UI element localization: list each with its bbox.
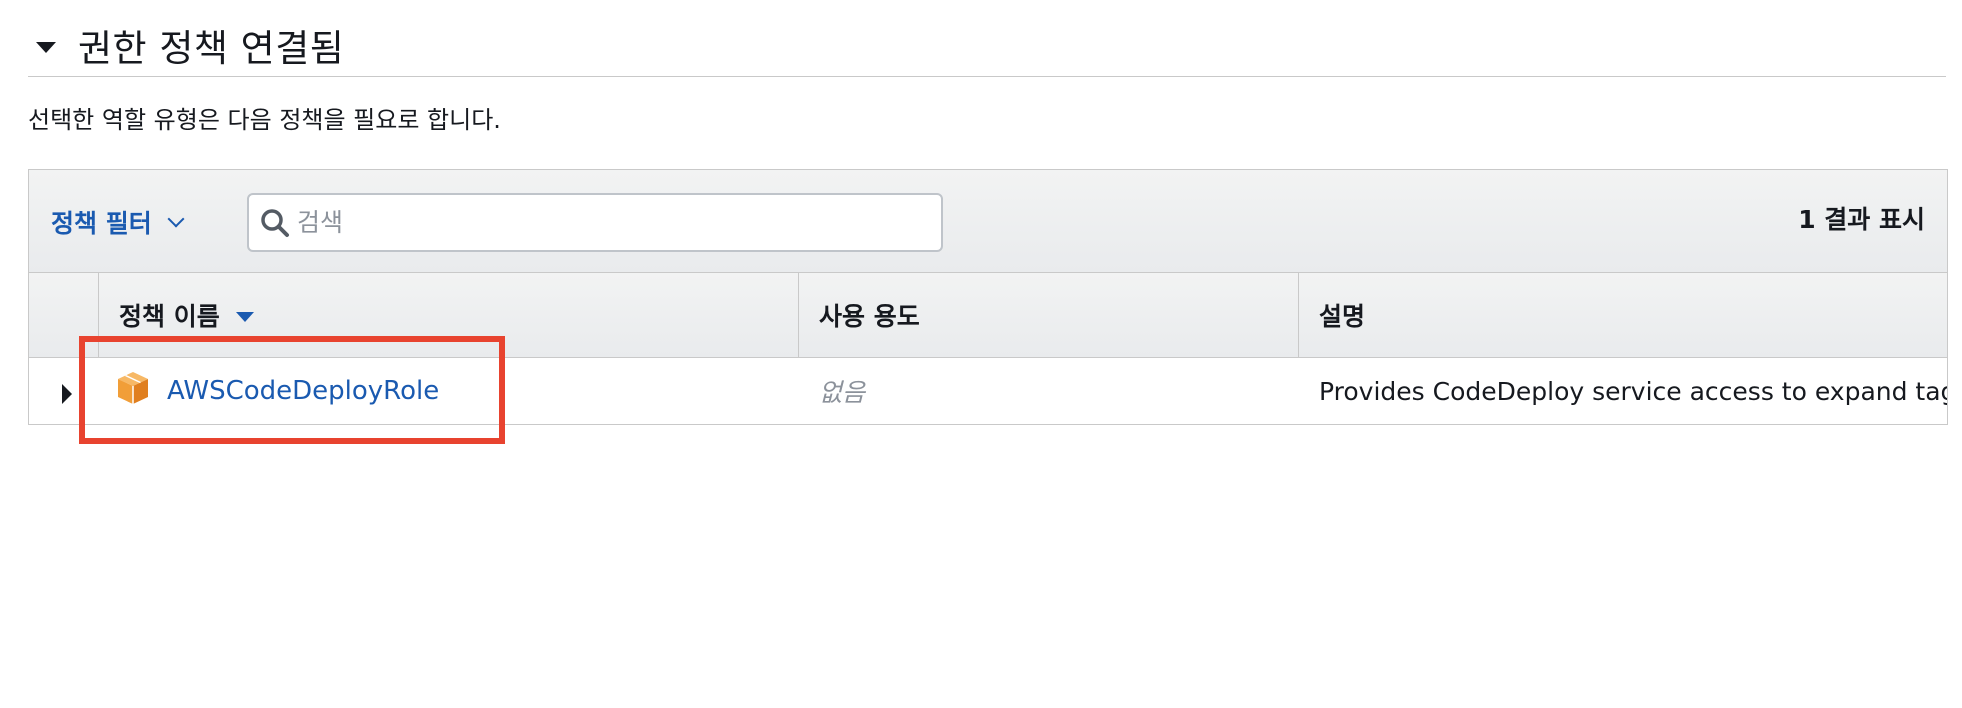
search-input[interactable] xyxy=(295,207,919,238)
sort-desc-icon[interactable] xyxy=(235,312,254,322)
table-toolbar: 정책 필터 1 결과 표시 xyxy=(29,170,1947,273)
table-row: AWSCodeDeployRole 없음 Provides CodeDeploy… xyxy=(29,358,1947,425)
policy-filter-button[interactable]: 정책 필터 xyxy=(51,204,185,240)
caret-right-icon[interactable] xyxy=(62,384,72,404)
section-description: 선택한 역할 유형은 다음 정책을 필요로 합니다. xyxy=(28,106,501,134)
policy-table: 정책 필터 1 결과 표시 정책 이름 사용 용도 설명 xyxy=(28,169,1948,425)
policy-usage: 없음 xyxy=(819,378,866,407)
result-count: 1 결과 표시 xyxy=(1798,205,1925,234)
search-icon xyxy=(261,208,289,237)
chevron-down-icon xyxy=(167,210,185,228)
policy-filter-label: 정책 필터 xyxy=(51,209,152,238)
policy-description: Provides CodeDeploy service access to ex… xyxy=(1319,376,1947,406)
search-box[interactable] xyxy=(247,193,943,252)
header-usage[interactable]: 사용 용도 xyxy=(799,273,1299,357)
caret-down-icon[interactable] xyxy=(36,41,56,53)
row-expand-cell xyxy=(29,358,99,424)
policy-name-cell: AWSCodeDeployRole xyxy=(99,358,799,424)
section-header: 권한 정책 연결됨 xyxy=(28,14,1946,77)
section-title: 권한 정책 연결됨 xyxy=(78,27,345,70)
policy-name-link[interactable]: AWSCodeDeployRole xyxy=(167,376,439,406)
header-policy-name[interactable]: 정책 이름 xyxy=(99,273,799,357)
header-policy-name-label: 정책 이름 xyxy=(119,302,220,331)
header-description[interactable]: 설명 xyxy=(1299,273,1947,357)
table-header: 정책 이름 사용 용도 설명 xyxy=(29,273,1947,358)
header-expand-column xyxy=(29,273,99,357)
aws-managed-policy-icon xyxy=(118,372,148,404)
